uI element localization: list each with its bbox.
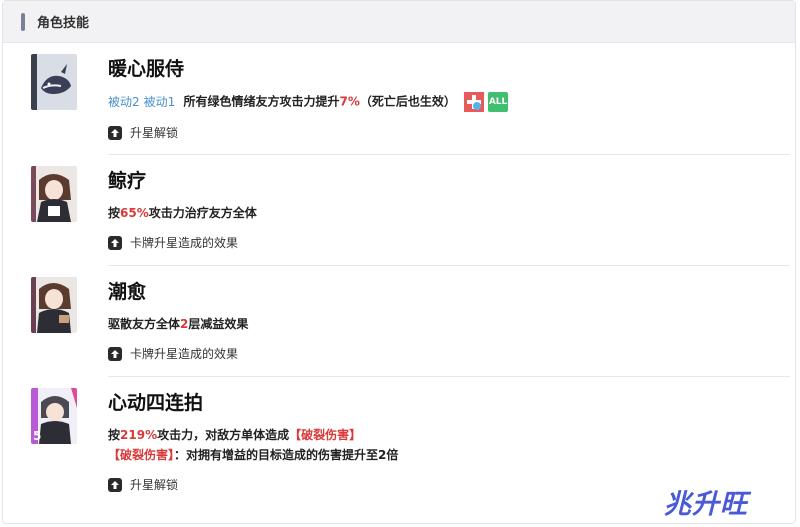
skill-icon-character xyxy=(31,277,77,333)
skill-name: 暖心服侍 xyxy=(108,58,185,80)
desc-text: 按 xyxy=(108,428,121,442)
upgrade-label: 升星解锁 xyxy=(130,478,179,492)
skill-description: 被动2 被动1 所有绿色情绪友方攻击力提升7%（死亡后也生效） ALL xyxy=(108,92,790,112)
divider xyxy=(108,154,790,155)
desc-text: 层减益效果 xyxy=(188,317,249,331)
skill-tag[interactable]: 被动1 xyxy=(144,95,176,109)
divider xyxy=(108,265,790,266)
desc-text: （死亡后也生效） xyxy=(359,94,456,109)
upgrade-label: 卡牌升星造成的效果 xyxy=(130,347,239,361)
panel-header: 角色技能 xyxy=(3,1,795,43)
skill-description: 按65%攻击力治疗友方全体 xyxy=(108,204,790,222)
header-accent-bar xyxy=(21,12,25,31)
keyword-rupture-damage[interactable]: 【破裂伤害】 xyxy=(289,428,361,442)
arrow-up-icon xyxy=(108,347,122,361)
skill-icon-character xyxy=(31,166,77,222)
desc-text: 所有绿色情绪友方攻击力提升 xyxy=(183,94,340,109)
skill-name: 心动四连拍 xyxy=(108,392,204,414)
arrow-up-icon xyxy=(108,126,122,140)
desc-text: 攻击力，对敌方单体造成 xyxy=(157,428,290,442)
skill-tag[interactable]: 被动2 xyxy=(108,95,140,109)
desc-text: 驱散友方全体 xyxy=(108,317,181,331)
skill-name: 鲸疗 xyxy=(108,170,147,192)
keyword-rupture-damage[interactable]: 【破裂伤害】 xyxy=(108,448,174,462)
arrow-up-icon xyxy=(108,478,122,492)
svg-text:5: 5 xyxy=(33,429,41,443)
site-watermark: 兆升旺 xyxy=(664,489,748,520)
skill-description: 驱散友方全体2层减益效果 xyxy=(108,315,790,333)
desc-text: 按 xyxy=(108,206,121,220)
upgrade-label: 卡牌升星造成的效果 xyxy=(130,236,239,250)
desc-text: ：对拥有增益的目标造成的伤害提升至2倍 xyxy=(174,448,399,462)
panel-title: 角色技能 xyxy=(37,16,90,31)
skill-icon-whale xyxy=(31,54,77,110)
upgrade-row: 升星解锁 xyxy=(108,125,790,141)
desc-value: 219% xyxy=(120,428,158,442)
desc-value: 65% xyxy=(120,206,149,220)
upgrade-label: 升星解锁 xyxy=(130,126,179,140)
skill-name: 潮愈 xyxy=(108,281,147,303)
divider xyxy=(108,376,790,377)
skill-icon-character: 5 xyxy=(31,388,77,444)
upgrade-row: 卡牌升星造成的效果 xyxy=(108,235,790,251)
desc-value: 7% xyxy=(339,94,360,109)
skill-description: 按219%攻击力，对敌方单体造成【破裂伤害】 xyxy=(108,426,790,444)
heal-badge-icon xyxy=(464,92,485,112)
target-all-badge: ALL xyxy=(488,92,509,112)
desc-text: 攻击力治疗友方全体 xyxy=(148,206,257,220)
upgrade-row: 卡牌升星造成的效果 xyxy=(108,346,790,362)
arrow-up-icon xyxy=(108,236,122,250)
skill-keyword-explanation: 【破裂伤害】：对拥有增益的目标造成的伤害提升至2倍 xyxy=(108,446,790,464)
